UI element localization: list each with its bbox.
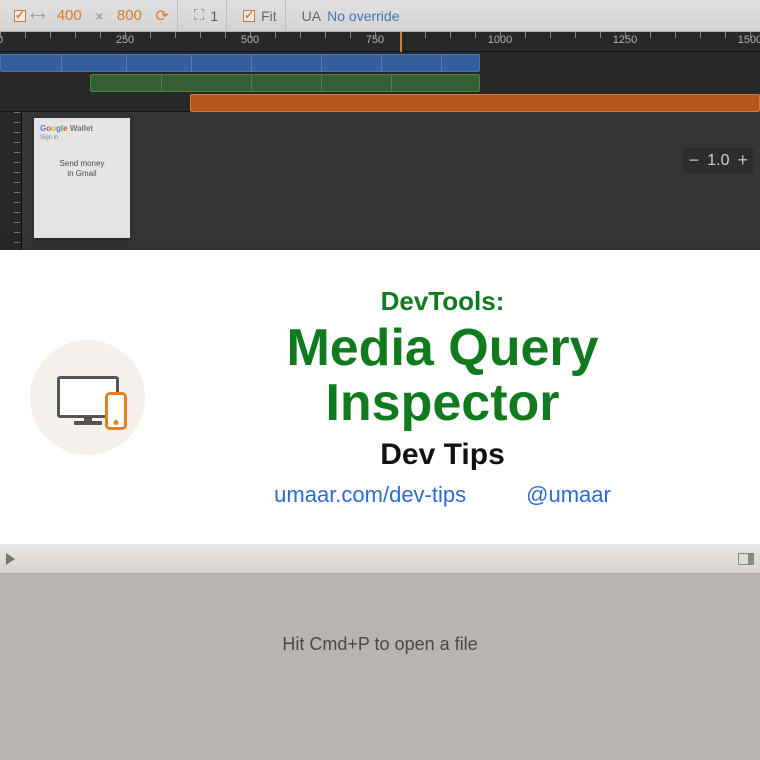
- website-link[interactable]: umaar.com/dev-tips: [274, 482, 466, 508]
- horizontal-ruler[interactable]: 0250500750100012501500: [0, 32, 760, 52]
- zoom-control: − 1.0 +: [683, 148, 754, 173]
- device-toolbar: ⤢ 400 × 800 ⟳ ⛶ 1 Fit UA No override: [0, 0, 760, 32]
- media-query-bar[interactable]: [190, 94, 760, 112]
- open-file-hint: Hit Cmd+P to open a file: [282, 634, 477, 655]
- rendered-page[interactable]: Google Wallet Sign in Send money in Gmai…: [34, 118, 130, 238]
- refresh-icon[interactable]: ⟳: [155, 6, 168, 26]
- dpr-group: ⛶ 1: [186, 0, 227, 31]
- dpr-value[interactable]: 1: [210, 8, 218, 24]
- panel-tabbar: [0, 544, 760, 574]
- dimensions-group: ⤢ 400 × 800 ⟳: [6, 0, 178, 31]
- ua-label: UA: [302, 8, 321, 24]
- screenshot-icon[interactable]: ⛶: [194, 7, 205, 24]
- current-width-marker[interactable]: [400, 32, 402, 52]
- width-input[interactable]: 400: [49, 7, 89, 24]
- page-logo: Google Wallet: [40, 124, 124, 133]
- panel-empty-state: Hit Cmd+P to open a file: [0, 574, 760, 714]
- swap-dimensions-icon[interactable]: ⤢: [28, 6, 48, 26]
- media-query-bar[interactable]: [0, 54, 480, 72]
- vertical-ruler[interactable]: [0, 112, 22, 250]
- media-query-inspector[interactable]: [0, 52, 760, 112]
- overlay-links: umaar.com/dev-tips @umaar: [155, 482, 730, 508]
- overlay-subtitle: Dev Tips: [155, 438, 730, 472]
- overlay-title: Media Query Inspector: [155, 321, 730, 430]
- phone-icon: [105, 392, 127, 430]
- overlay-kicker: DevTools:: [155, 286, 730, 317]
- device-viewport: Google Wallet Sign in Send money in Gmai…: [0, 112, 760, 250]
- title-overlay: DevTools: Media Query Inspector Dev Tips…: [0, 250, 760, 544]
- dimension-separator: ×: [95, 8, 103, 24]
- zoom-out-button[interactable]: −: [689, 150, 700, 171]
- media-query-bar[interactable]: [90, 74, 480, 92]
- devices-icon: [30, 340, 145, 455]
- page-signin: Sign in: [40, 135, 124, 141]
- ruler-tick-label: 1500: [738, 34, 760, 46]
- device-mode-toggle[interactable]: [14, 10, 26, 22]
- page-hero: Send money in Gmail: [40, 159, 124, 178]
- fit-toggle[interactable]: [243, 10, 255, 22]
- preview-pane[interactable]: Google Wallet Sign in Send money in Gmai…: [22, 112, 760, 250]
- twitter-link[interactable]: @umaar: [526, 482, 611, 508]
- height-input[interactable]: 800: [109, 7, 149, 24]
- ua-group: UA No override: [294, 0, 408, 31]
- zoom-value: 1.0: [707, 152, 729, 170]
- ua-select[interactable]: No override: [327, 8, 399, 24]
- navigator-toggle-icon[interactable]: [6, 553, 15, 565]
- fit-group: Fit: [235, 0, 286, 31]
- fit-label: Fit: [261, 8, 277, 24]
- sidebar-toggle-icon[interactable]: [738, 553, 754, 565]
- sources-panel: Hit Cmd+P to open a file: [0, 544, 760, 760]
- zoom-in-button[interactable]: +: [737, 150, 748, 171]
